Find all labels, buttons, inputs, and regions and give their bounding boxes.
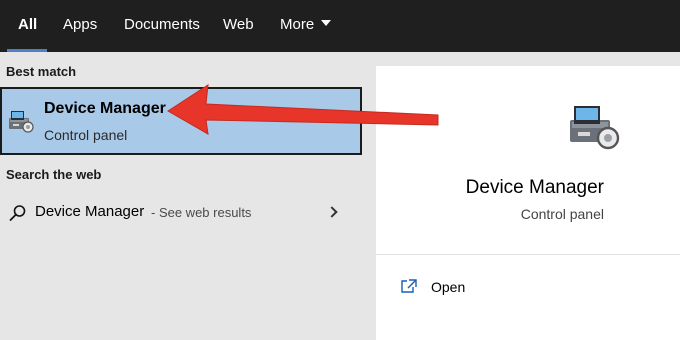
open-action[interactable]: Open — [398, 276, 598, 300]
chevron-right-icon[interactable] — [326, 206, 338, 218]
search-icon — [9, 204, 27, 227]
open-label: Open — [431, 279, 466, 295]
tab-all-label: All — [18, 16, 38, 33]
best-match-title: Device Manager — [44, 100, 166, 117]
device-manager-large-icon — [566, 101, 622, 156]
web-search-suffix: - See web results — [151, 205, 252, 220]
detail-subtitle: Control panel — [376, 206, 680, 222]
best-match-device-manager[interactable]: Device Manager Control panel — [0, 87, 362, 155]
open-icon — [400, 278, 418, 299]
tab-all[interactable]: All — [18, 0, 37, 52]
tab-web[interactable]: Web — [223, 0, 254, 52]
tab-more-label: More — [280, 16, 315, 33]
tab-documents-label: Documents — [124, 16, 200, 33]
tab-apps[interactable]: Apps — [63, 0, 97, 52]
best-match-subtitle: Control panel — [44, 127, 128, 143]
search-filter-tabs: All Apps Documents Web More — [0, 0, 680, 52]
chevron-down-icon — [321, 20, 332, 27]
detail-title: Device Manager — [376, 177, 680, 199]
tab-documents[interactable]: Documents — [124, 0, 200, 52]
detail-subtitle-text: Control panel — [520, 206, 604, 222]
best-match-header: Best match — [6, 64, 77, 79]
results-list: Best match Device Manager Control panel … — [0, 52, 365, 340]
tab-apps-label: Apps — [63, 16, 98, 33]
detail-title-text: Device Manager — [465, 177, 604, 198]
search-web-header: Search the web — [6, 167, 102, 182]
detail-pane: Device Manager Control panel Open — [376, 66, 680, 340]
device-manager-icon — [7, 109, 35, 138]
tab-web-label: Web — [223, 16, 254, 33]
web-search-result[interactable]: Device Manager - See web results — [0, 195, 365, 231]
web-search-query: Device Manager — [35, 203, 145, 220]
tab-more[interactable]: More — [280, 0, 332, 52]
divider — [376, 254, 680, 255]
